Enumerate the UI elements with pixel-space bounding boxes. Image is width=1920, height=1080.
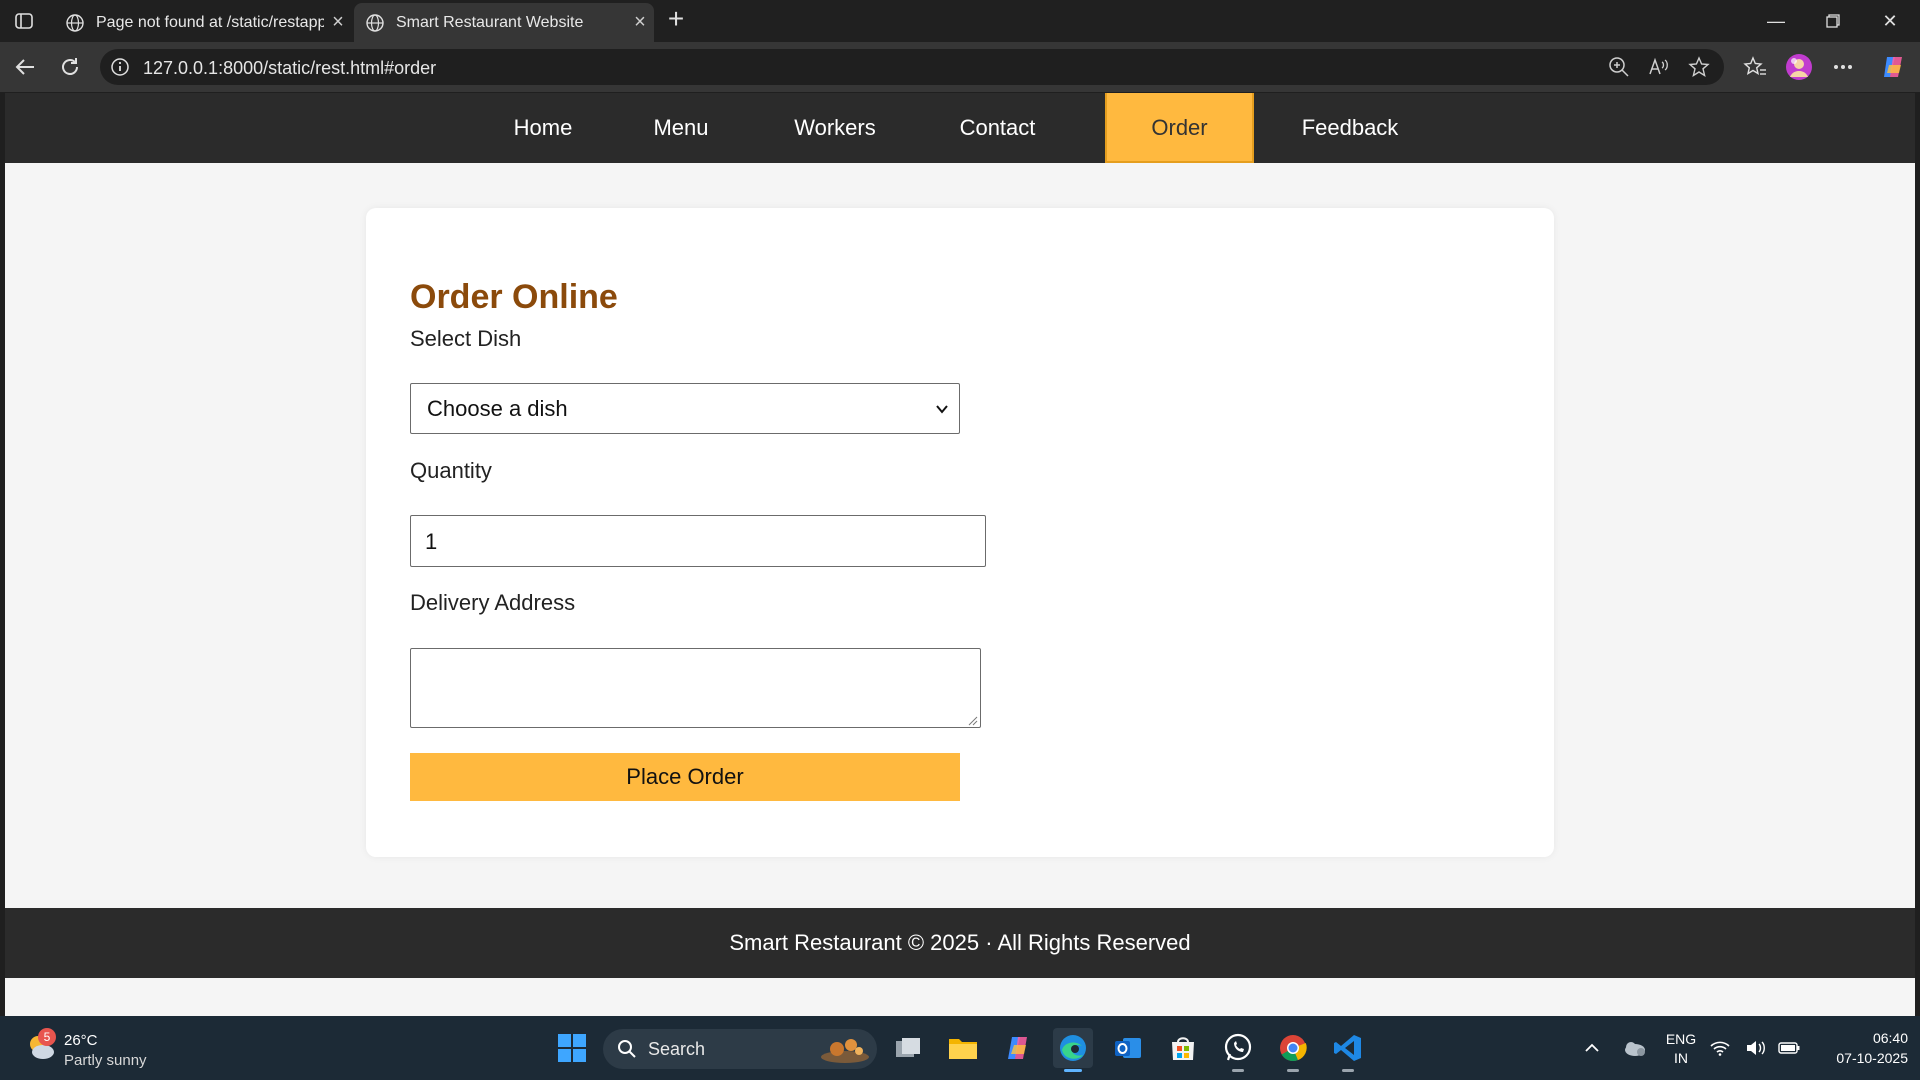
globe-icon [364,12,386,34]
onedrive-icon[interactable] [1614,1028,1654,1068]
taskbar-search[interactable]: Search [603,1029,877,1069]
whatsapp-icon[interactable] [1218,1028,1258,1072]
tab-title: Smart Restaurant Website [396,13,584,31]
site-navbar: Home Menu Workers Contact Order Feedback [5,93,1915,163]
chrome-icon[interactable] [1273,1028,1313,1072]
nav-link-contact[interactable]: Contact [935,93,1060,163]
resize-grip-icon[interactable] [966,713,978,726]
dish-label: Select Dish [410,326,522,351]
browser-tab-page-not-found[interactable]: Page not found at /static/restapp × [54,3,352,42]
copilot-icon[interactable] [1878,52,1908,82]
quantity-label: Quantity [410,458,492,483]
volume-icon[interactable] [1744,1028,1768,1068]
running-app-indicator [1342,1069,1354,1072]
site-info-icon[interactable] [110,57,130,77]
active-app-indicator [1064,1069,1082,1072]
url-text[interactable]: 127.0.0.1:8000/static/rest.html#order [143,58,436,79]
microsoft-store-icon[interactable] [1163,1028,1203,1068]
new-tab-icon[interactable]: + [662,5,690,34]
tab-title: Page not found at /static/restapp [96,13,324,31]
close-tab-icon[interactable]: × [324,11,352,34]
weather-widget[interactable]: 5 26°C Partly sunny [22,1026,202,1072]
browser-tab-smart-restaurant[interactable]: Smart Restaurant Website × [354,3,654,42]
weather-condition: Partly sunny [64,1052,147,1069]
edge-icon[interactable] [1053,1028,1093,1072]
chevron-down-icon [933,400,951,418]
weather-badge: 5 [38,1028,56,1046]
windows-taskbar: 5 26°C Partly sunny Search ENG IN 06:40 … [0,1016,1920,1080]
vscode-icon[interactable] [1328,1028,1368,1072]
address-label: Delivery Address [410,590,576,615]
language-primary[interactable]: ENG [1660,1031,1702,1047]
order-title: Order Online [410,278,618,316]
more-options-icon[interactable] [1828,52,1858,82]
favorites-icon[interactable] [1740,52,1770,82]
page-viewport: Home Menu Workers Contact Order Feedback… [5,93,1915,1016]
delivery-address-textarea[interactable] [410,648,981,728]
address-bar[interactable]: 127.0.0.1:8000/static/rest.html#order [100,49,1724,85]
language-secondary[interactable]: IN [1660,1050,1702,1066]
weather-temp: 26°C [64,1032,98,1049]
start-icon[interactable] [552,1028,592,1068]
refresh-icon[interactable] [55,52,85,82]
nav-link-menu[interactable]: Menu [630,93,732,163]
nav-link-feedback[interactable]: Feedback [1275,93,1425,163]
minimize-icon[interactable]: — [1756,6,1796,36]
place-order-button[interactable]: Place Order [410,753,960,801]
globe-icon [64,12,86,34]
favorite-star-icon[interactable] [1688,56,1710,78]
close-window-icon[interactable]: ✕ [1870,6,1910,36]
dish-select[interactable]: Choose a dish [410,383,960,434]
profile-avatar-icon[interactable] [1784,52,1814,82]
browser-tab-bar: Page not found at /static/restapp × Smar… [0,0,1920,42]
read-aloud-icon[interactable] [1648,56,1670,78]
running-app-indicator [1287,1069,1299,1072]
site-footer: Smart Restaurant © 2025 · All Rights Res… [5,908,1915,978]
search-icon [617,1039,637,1059]
search-label: Search [648,1039,706,1059]
nav-link-workers[interactable]: Workers [775,93,895,163]
back-icon[interactable] [10,52,40,82]
outlook-icon[interactable] [1108,1028,1148,1068]
dish-selected-value: Choose a dish [427,396,568,421]
clock-time[interactable]: 06:40 [1812,1030,1908,1046]
clock-date[interactable]: 07-10-2025 [1812,1050,1908,1066]
quantity-value: 1 [425,529,438,554]
nav-link-home[interactable]: Home [493,93,593,163]
battery-icon[interactable] [1776,1028,1802,1068]
tab-actions-icon[interactable] [10,8,38,34]
wifi-icon[interactable] [1708,1028,1732,1068]
show-hidden-icons-icon[interactable] [1572,1028,1612,1068]
task-view-icon[interactable] [888,1028,928,1068]
search-highlight-icon [815,1033,871,1065]
nav-link-order[interactable]: Order [1105,93,1254,163]
order-card: Order Online Select Dish Choose a dish Q… [366,208,1554,857]
restore-icon[interactable] [1813,6,1853,36]
quantity-input[interactable]: 1 [410,515,986,567]
zoom-icon[interactable] [1608,56,1630,78]
copilot-icon[interactable] [998,1028,1038,1068]
file-explorer-icon[interactable] [943,1028,983,1068]
browser-toolbar: 127.0.0.1:8000/static/rest.html#order [0,42,1920,92]
close-tab-icon[interactable]: × [626,11,654,34]
running-app-indicator [1232,1069,1244,1072]
